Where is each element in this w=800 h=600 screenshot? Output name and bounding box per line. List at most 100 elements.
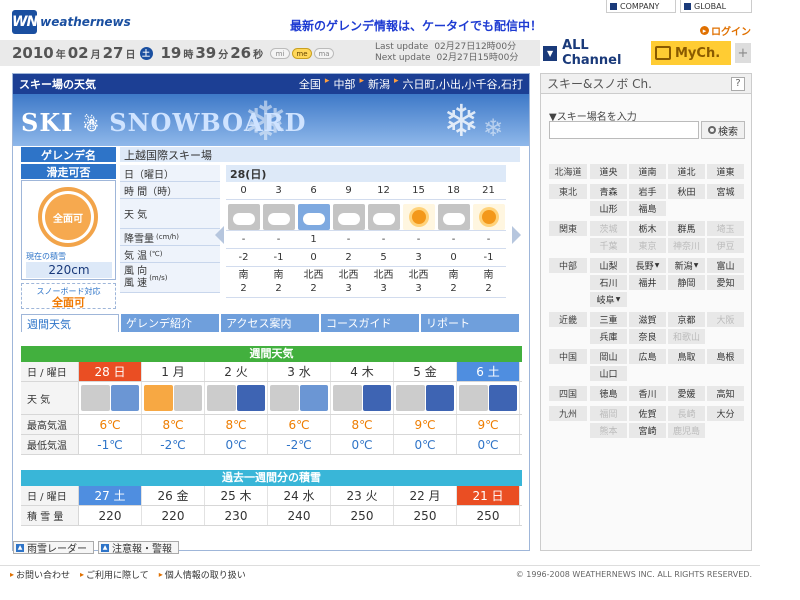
weekly-day-cell: 6 土 (457, 362, 520, 381)
resort-search-input[interactable] (549, 121, 699, 139)
forecast-temp-cell: 5 (380, 252, 387, 263)
tv-icon (655, 46, 671, 60)
prefecture-button[interactable]: 奈良 (629, 329, 666, 344)
region-name[interactable]: 中国 (549, 349, 587, 364)
help-button[interactable]: ? (731, 76, 745, 91)
weathernews-logo[interactable]: WN weathernews (12, 8, 131, 36)
prefecture-button[interactable]: 岡山 (590, 349, 627, 364)
hero-logo-ski: SKI (21, 108, 74, 137)
tab-report[interactable]: リポート (421, 314, 519, 332)
mobile-promo-banner[interactable]: 最新のゲレンデ情報は、ケータイでも配信中！ (290, 17, 542, 34)
prefecture-button[interactable]: 宮崎 (629, 423, 666, 438)
forecast-hour-cell: 21 (482, 185, 495, 196)
cloud-weather-icon (262, 204, 295, 230)
region-name[interactable]: 関東 (549, 221, 587, 236)
prefecture-button[interactable]: 山口 (590, 366, 627, 381)
prefecture-label: 石川 (599, 279, 618, 289)
breadcrumb-item-niigata[interactable]: 新潟 (368, 76, 390, 92)
add-channel-button[interactable]: + (735, 43, 751, 63)
tab-resort-intro[interactable]: ゲレンデ紹介 (121, 314, 219, 332)
prefecture-button[interactable]: 石川 (590, 275, 627, 290)
prefecture-label: 東京 (638, 242, 657, 252)
footer-link-contact[interactable]: ▸ お問い合わせ (10, 568, 70, 581)
region-name[interactable]: 近畿 (549, 312, 587, 327)
text-size-me-button[interactable]: me (292, 48, 312, 59)
prefecture-button[interactable]: 福島 (629, 201, 666, 216)
prefecture-button[interactable]: 群馬 (668, 221, 705, 236)
next-day-arrow-icon[interactable] (512, 226, 521, 244)
prefecture-button[interactable]: 静岡 (668, 275, 705, 290)
prefecture-label: 長崎 (677, 410, 696, 420)
prefecture-button[interactable]: 道東 (707, 164, 744, 179)
region-name[interactable]: 四国 (549, 386, 587, 401)
text-size-mi-button[interactable]: mi (270, 48, 290, 59)
region-name[interactable]: 東北 (549, 184, 587, 199)
prefecture-button[interactable]: 福井 (629, 275, 666, 290)
prefecture-button[interactable]: 岩手 (629, 184, 666, 199)
prefecture-button[interactable]: 新潟 ▼ (668, 258, 705, 273)
prefecture-button[interactable]: 山梨 (590, 258, 627, 273)
triangle-up-icon: ▲ (16, 543, 24, 552)
arrow-circle-icon: ▸ (700, 26, 709, 35)
footer-link-terms[interactable]: ▸ ご利用に際して (80, 568, 149, 581)
region-name[interactable]: 中部 (549, 258, 587, 273)
rain-snow-radar-link[interactable]: ▲ 雨雪レーダー (13, 541, 94, 555)
prefecture-button[interactable]: 兵庫 (590, 329, 627, 344)
forecast-hour-cell: 0 (240, 185, 247, 196)
prefecture-button[interactable]: 岐阜 ▼ (590, 292, 627, 307)
prefecture-button[interactable]: 栃木 (629, 221, 666, 236)
my-channel-button[interactable]: MyCh. (651, 41, 731, 65)
global-link[interactable]: GLOBAL (680, 0, 752, 13)
prefecture-label: 山口 (599, 370, 618, 380)
tab-course-guide[interactable]: コースガイド (321, 314, 419, 332)
region-row: 中国 岡山 広島 鳥取 島根山口 (549, 349, 747, 381)
prefecture-grid: 福岡 佐賀 長崎 大分 熊本 宮崎 鹿児島 (590, 406, 744, 438)
prefecture-button[interactable]: 香川 (629, 386, 666, 401)
prefecture-button[interactable]: 広島 (629, 349, 666, 364)
text-size-ma-button[interactable]: ma (314, 48, 334, 59)
prefecture-button[interactable]: 宮城 (707, 184, 744, 199)
prefecture-button[interactable]: 青森 (590, 184, 627, 199)
prefecture-button[interactable]: 愛媛 (668, 386, 705, 401)
prefecture-label: 熊本 (599, 427, 618, 437)
prefecture-button[interactable]: 大分 (707, 406, 744, 421)
tab-access[interactable]: アクセス案内 (221, 314, 319, 332)
footer-link-privacy[interactable]: ▸ 個人情報の取り扱い (159, 568, 246, 581)
row-label: 日 / 曜日 (21, 486, 79, 505)
region-name[interactable]: 北海道 (549, 164, 587, 179)
prefecture-button[interactable]: 道央 (590, 164, 627, 179)
prefecture-button: 鹿児島 (668, 423, 705, 438)
forecast-temp-cell: 0 (450, 252, 457, 263)
prefecture-button[interactable]: 道北 (668, 164, 705, 179)
weather-part-icon (81, 385, 110, 411)
all-channel-button[interactable]: ▼ ALL Channel (543, 38, 647, 68)
prefecture-button[interactable]: 佐賀 (629, 406, 666, 421)
prefecture-button[interactable]: 京都 (668, 312, 705, 327)
year-unit: 年 (55, 50, 66, 61)
prefecture-button[interactable]: 道南 (629, 164, 666, 179)
prefecture-button[interactable]: 三重 (590, 312, 627, 327)
past-snow-cell: 240 (268, 506, 331, 525)
wind-direction: 南 (238, 270, 249, 281)
prefecture-button[interactable]: 滋賀 (629, 312, 666, 327)
breadcrumb-item-chubu[interactable]: 中部 (333, 76, 355, 92)
weekly-weather-cell (205, 382, 268, 414)
search-button[interactable]: 検索 (701, 121, 745, 139)
warnings-link[interactable]: ▲ 注意報・警報 (98, 541, 179, 555)
prefecture-button[interactable]: 長野 ▼ (629, 258, 666, 273)
prefecture-button[interactable]: 鳥取 (668, 349, 705, 364)
prefecture-button[interactable]: 愛知 (707, 275, 744, 290)
sun-weather-icon (402, 204, 435, 230)
prefecture-button[interactable]: 秋田 (668, 184, 705, 199)
tab-weekly-weather[interactable]: 週間天気 (21, 314, 119, 332)
login-link[interactable]: ▸ ログイン (700, 23, 751, 38)
breadcrumb-item-national[interactable]: 全国 (299, 76, 321, 92)
company-link[interactable]: COMPANY (606, 0, 676, 13)
prefecture-button[interactable]: 徳島 (590, 386, 627, 401)
region-name[interactable]: 九州 (549, 406, 587, 421)
prefecture-button[interactable]: 高知 (707, 386, 744, 401)
prefecture-button[interactable]: 山形 (590, 201, 627, 216)
prefecture-button[interactable]: 富山 (707, 258, 744, 273)
prefecture-button[interactable]: 島根 (707, 349, 744, 364)
prev-day-arrow-icon[interactable] (215, 226, 224, 244)
